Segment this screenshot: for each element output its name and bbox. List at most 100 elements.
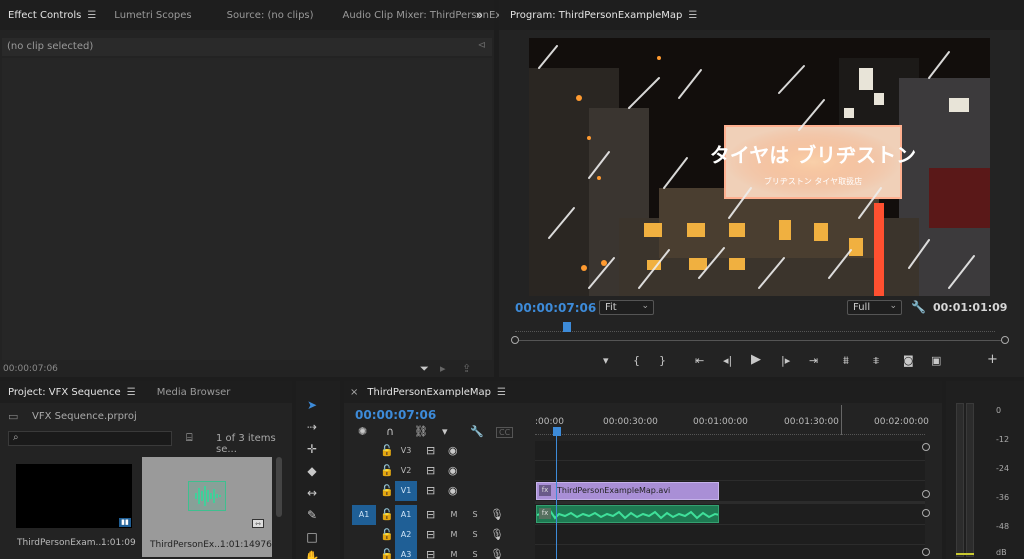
captions-icon[interactable]: CC [496,427,514,438]
eye-icon[interactable]: ◉ [448,444,458,458]
mute-button[interactable]: M [443,525,465,545]
sync-lock-icon[interactable]: ⊟ [426,444,435,458]
ripple-edit-tool-icon[interactable]: ✛ [304,441,320,457]
effect-timecode[interactable]: 00:00:07:06 [3,364,58,374]
play-icon[interactable]: ▶ [751,353,761,367]
hand-tool-icon[interactable]: ✋ [304,549,320,559]
step-forward-icon[interactable]: |▸ [781,354,790,368]
track-zoom-knob[interactable] [922,443,930,451]
track-area[interactable]: fx ThirdPersonExampleMap.avi fx [535,441,925,559]
filter-icon[interactable]: ⏷ [420,362,429,376]
lock-icon[interactable]: 🔓 [380,444,394,458]
program-ruler[interactable] [515,322,995,332]
menu-icon[interactable]: ☰ [497,387,506,398]
sync-lock-icon[interactable]: ⊟ [426,464,435,478]
program-playhead[interactable] [563,322,571,332]
step-back-icon[interactable]: ◂| [723,354,732,368]
menu-icon[interactable]: ☰ [127,387,136,398]
audio-clip[interactable]: fx [536,505,719,523]
sync-lock-icon[interactable]: ⊟ [426,548,435,559]
quality-select[interactable]: Full ⌄ [847,300,902,315]
timeline-settings-icon[interactable]: 🔧 [470,425,484,439]
timeline-ruler[interactable]: :00:00 00:00:30:00 00:01:00:00 00:01:30:… [535,415,929,435]
track-zoom-knob[interactable] [922,548,930,556]
track-select-tool-icon[interactable]: ⇢ [304,419,320,435]
solo-button[interactable]: S [464,505,486,525]
lift-icon[interactable]: ⩩ [843,354,849,368]
selection-tool-icon[interactable]: ➤ [304,397,320,413]
sync-lock-icon[interactable]: ⊟ [426,484,435,498]
add-marker-icon[interactable]: ▾ [442,425,448,439]
video-clip[interactable]: fx ThirdPersonExampleMap.avi [536,482,719,500]
tab-source[interactable]: Source: (no clips) [201,10,323,21]
find-icon[interactable]: ⌸ [186,431,193,445]
rectangle-tool-icon[interactable]: □ [304,529,320,545]
go-to-in-icon[interactable]: ⇤ [695,354,704,368]
tab-program[interactable]: Program: ThirdPersonExampleMap ☰ [501,10,706,21]
go-to-out-icon[interactable]: ⇥ [809,354,818,368]
program-video-frame[interactable]: タイヤは ブリヂストン ブリヂストン タイヤ取扱店 [529,38,990,296]
track-label[interactable]: V2 [395,461,417,481]
timeline-timecode[interactable]: 00:00:07:06 [355,408,436,422]
snap-icon[interactable]: ∩ [386,425,394,439]
mute-button[interactable]: M [443,545,465,559]
lock-icon[interactable]: 🔓 [380,528,394,542]
track-label[interactable]: A2 [395,525,417,545]
wrench-icon[interactable]: 🔧 [911,300,926,314]
timeline-playhead-head[interactable] [553,427,561,436]
pen-tool-icon[interactable]: ✎ [304,507,320,523]
close-icon[interactable]: × [350,387,358,398]
tab-project[interactable]: Project: VFX Sequence ☰ [0,387,145,398]
project-scrollbar[interactable] [276,457,282,517]
mark-in-icon[interactable]: { [633,354,640,368]
mark-out-icon[interactable]: } [659,354,666,368]
menu-icon[interactable]: ☰ [688,10,697,21]
zoom-handle[interactable] [841,405,842,435]
sync-lock-icon[interactable]: ⊟ [426,508,435,522]
extract-icon[interactable]: ⩨ [873,354,879,368]
program-scrollbar[interactable] [511,336,1009,344]
tab-media-browser[interactable]: Media Browser [145,387,240,398]
more-tabs-icon[interactable]: » [467,8,492,22]
tab-lumetri-scopes[interactable]: Lumetri Scopes [105,10,200,21]
lock-icon[interactable]: 🔓 [380,464,394,478]
compare-icon[interactable]: ▣ [931,354,941,368]
track-zoom-knob[interactable] [922,509,930,517]
lock-icon[interactable]: 🔓 [380,484,394,498]
track-label[interactable]: V1 [395,481,417,501]
export-icon[interactable]: ⇪ [462,362,471,376]
marker-icon[interactable]: ▾ [603,354,609,368]
track-label[interactable]: A1 [395,505,417,525]
program-timecode[interactable]: 00:00:07:06 [515,301,596,315]
play-only-audio-icon[interactable]: ▸ [440,362,446,376]
project-item-sequence[interactable]: ▮▮ ThirdPersonExam... 1:01:09 [9,457,137,557]
fit-select[interactable]: Fit ⌄ [599,300,654,315]
linked-selection-icon[interactable]: ⛓ [414,425,428,439]
panel-collapse-icon[interactable]: ⊲ [478,40,486,51]
eye-icon[interactable]: ◉ [448,464,458,478]
camera-icon[interactable]: ◙ [903,354,914,368]
solo-button[interactable]: S [464,525,486,545]
tab-effect-controls[interactable]: Effect Controls ☰ [0,10,105,21]
insert-nest-icon[interactable]: ✺ [358,425,367,439]
lock-icon[interactable]: 🔓 [380,508,394,522]
menu-icon[interactable]: ☰ [87,10,96,21]
project-search-input[interactable]: ⌕ [8,431,172,446]
mute-button[interactable]: M [443,505,465,525]
source-patch[interactable]: A1 [352,505,376,525]
track-zoom-knob[interactable] [922,490,930,498]
project-item-clip[interactable]: ⇿ ThirdPersonEx... 1:01:14976 [142,457,272,557]
microphone-icon[interactable]: 🎙 [490,548,504,559]
microphone-icon[interactable]: 🎙 [490,528,504,542]
solo-button[interactable]: S [464,545,486,559]
tab-sequence[interactable]: ThirdPersonExampleMap ☰ [358,387,515,398]
lock-icon[interactable]: 🔓 [380,548,394,559]
razor-tool-icon[interactable]: ◆ [304,463,320,479]
track-label[interactable]: A3 [395,545,417,559]
add-button-icon[interactable]: + [987,353,998,367]
sync-lock-icon[interactable]: ⊟ [426,528,435,542]
slip-tool-icon[interactable]: ↔ [304,485,320,501]
eye-icon[interactable]: ◉ [448,484,458,498]
track-label[interactable]: V3 [395,441,417,461]
microphone-icon[interactable]: 🎙 [490,508,504,522]
